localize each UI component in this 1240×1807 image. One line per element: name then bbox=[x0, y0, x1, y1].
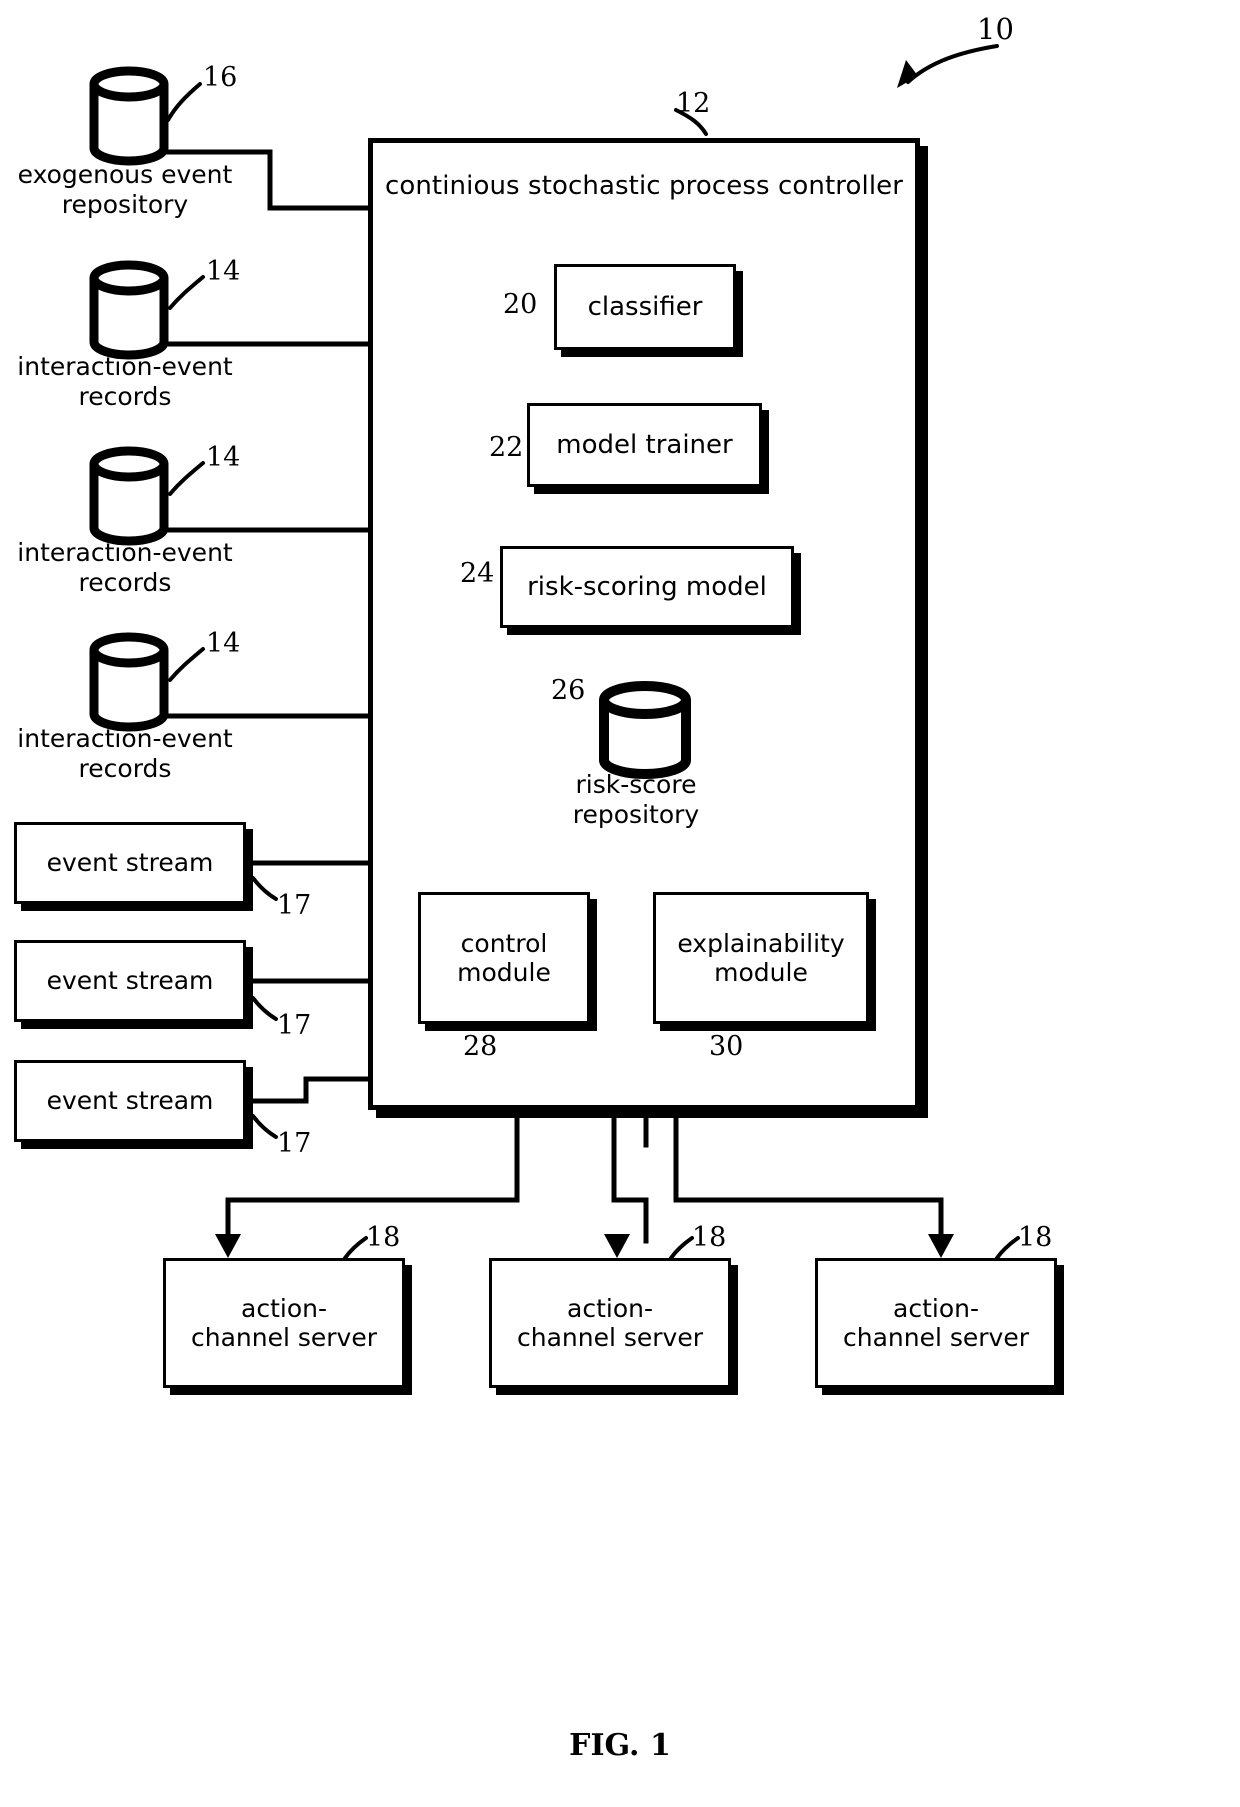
server-0-line1: action- bbox=[241, 1293, 327, 1323]
event-stream-box-2[interactable]: event stream bbox=[14, 1060, 246, 1142]
patent-figure: continious stochastic process controller… bbox=[0, 0, 1240, 1807]
model-trainer-label: model trainer bbox=[556, 429, 733, 460]
reference-numeral-17a: 17 bbox=[277, 890, 312, 921]
server-0-line2: channel server bbox=[190, 1323, 377, 1352]
reference-numeral-18c: 18 bbox=[1018, 1222, 1053, 1253]
event-stream-label-2: event stream bbox=[46, 1086, 214, 1116]
explainability-module-label-line2: module bbox=[714, 958, 808, 987]
interaction-c-caption-line1: interaction-event bbox=[17, 724, 233, 753]
event-stream-label-0: event stream bbox=[46, 848, 214, 878]
interaction-event-records-cylinder-icon-b bbox=[88, 444, 170, 548]
exogenous-event-repository-cylinder-icon bbox=[88, 64, 170, 168]
reference-numeral-17b: 17 bbox=[277, 1010, 312, 1041]
interaction-event-records-cylinder-icon-c bbox=[88, 630, 170, 734]
reference-numeral-30: 30 bbox=[709, 1031, 744, 1062]
risk-scoring-model-label: risk-scoring model bbox=[527, 571, 767, 602]
figure-caption: FIG. 1 bbox=[569, 1728, 671, 1763]
reference-numeral-28: 28 bbox=[463, 1031, 498, 1062]
exogenous-caption-line1: exogenous event bbox=[17, 160, 233, 189]
risk-score-repository-caption: risk-score repository bbox=[516, 770, 756, 830]
server-2-line1: action- bbox=[893, 1293, 979, 1323]
risk-scoring-model-module[interactable]: risk-scoring model bbox=[500, 546, 794, 628]
control-module-label: control module bbox=[451, 929, 557, 988]
interaction-event-records-caption-c: interaction-event records bbox=[5, 724, 245, 784]
action-channel-server-0[interactable]: action- channel server bbox=[163, 1258, 405, 1388]
reference-numeral-14a: 14 bbox=[206, 256, 241, 287]
interaction-c-caption-line2: records bbox=[78, 754, 172, 783]
explainability-module-label: explainability module bbox=[671, 929, 850, 988]
exogenous-event-repository-caption: exogenous event repository bbox=[5, 160, 245, 220]
action-channel-server-1[interactable]: action- channel server bbox=[489, 1258, 731, 1388]
interaction-a-caption-line1: interaction-event bbox=[17, 352, 233, 381]
action-channel-server-label-0: action- channel server bbox=[185, 1294, 383, 1353]
action-channel-server-label-2: action- channel server bbox=[837, 1294, 1035, 1353]
reference-numeral-26: 26 bbox=[551, 675, 586, 706]
server-2-line2: channel server bbox=[842, 1323, 1029, 1352]
explainability-module-label-line1: explainability bbox=[677, 928, 845, 958]
interaction-event-records-caption-a: interaction-event records bbox=[5, 352, 245, 412]
event-stream-label-1: event stream bbox=[46, 966, 214, 996]
risk-score-repository-cylinder-icon bbox=[597, 678, 693, 782]
explainability-module[interactable]: explainability module bbox=[653, 892, 869, 1024]
reference-numeral-22: 22 bbox=[489, 432, 524, 463]
control-module[interactable]: control module bbox=[418, 892, 590, 1024]
action-channel-server-label-1: action- channel server bbox=[511, 1294, 709, 1353]
classifier-label: classifier bbox=[587, 291, 703, 322]
reference-numeral-17c: 17 bbox=[277, 1128, 312, 1159]
control-module-label-line2: module bbox=[457, 958, 551, 987]
reference-numeral-20: 20 bbox=[503, 289, 538, 320]
reference-numeral-10: 10 bbox=[977, 12, 1014, 46]
reference-numeral-16: 16 bbox=[203, 62, 238, 93]
reference-numeral-14b: 14 bbox=[206, 442, 241, 473]
server-1-line1: action- bbox=[567, 1293, 653, 1323]
reference-numeral-18a: 18 bbox=[366, 1222, 401, 1253]
server-1-line2: channel server bbox=[516, 1323, 703, 1352]
interaction-event-records-cylinder-icon-a bbox=[88, 258, 170, 362]
risk-score-caption-line1: risk-score bbox=[575, 770, 697, 799]
reference-numeral-14c: 14 bbox=[206, 628, 241, 659]
action-channel-server-2[interactable]: action- channel server bbox=[815, 1258, 1057, 1388]
reference-numeral-18b: 18 bbox=[692, 1222, 727, 1253]
reference-numeral-24: 24 bbox=[460, 558, 495, 589]
interaction-b-caption-line1: interaction-event bbox=[17, 538, 233, 567]
interaction-a-caption-line2: records bbox=[78, 382, 172, 411]
interaction-event-records-caption-b: interaction-event records bbox=[5, 538, 245, 598]
controller-title: continious stochastic process controller bbox=[384, 171, 904, 201]
exogenous-caption-line2: repository bbox=[61, 190, 189, 219]
risk-score-caption-line2: repository bbox=[572, 800, 700, 829]
model-trainer-module[interactable]: model trainer bbox=[527, 403, 762, 487]
control-module-label-line1: control bbox=[460, 928, 548, 958]
event-stream-box-0[interactable]: event stream bbox=[14, 822, 246, 904]
event-stream-box-1[interactable]: event stream bbox=[14, 940, 246, 1022]
interaction-b-caption-line2: records bbox=[78, 568, 172, 597]
reference-numeral-12: 12 bbox=[676, 88, 711, 119]
classifier-module[interactable]: classifier bbox=[554, 264, 736, 350]
